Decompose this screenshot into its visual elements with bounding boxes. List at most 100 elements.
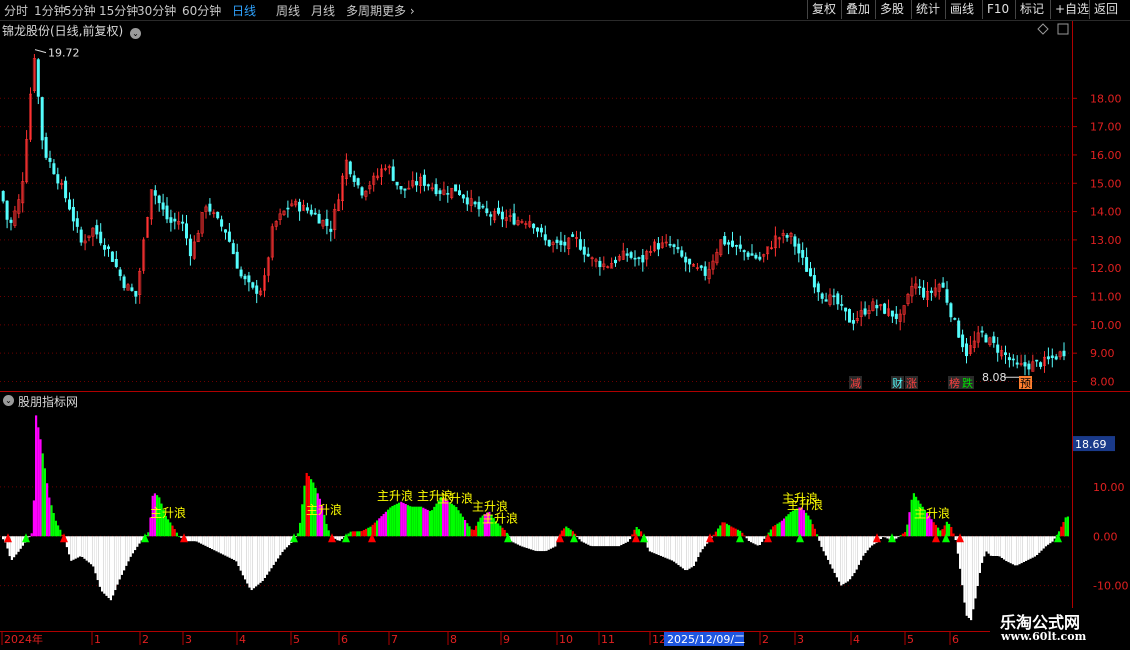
top-toolbar: 分时 1分钟 5分钟 15分钟 30分钟 60分钟 日线 周线 月线 多周期 更多 › 复权 叠加 多股统… <box>0 0 1130 21</box>
indicator-bar <box>1038 536 1041 553</box>
indicator-bar <box>398 502 401 537</box>
candle-body <box>836 293 840 305</box>
indicator-bar <box>274 536 277 562</box>
indicator-bar <box>173 529 176 537</box>
candle-body <box>465 197 469 205</box>
indicator-bar <box>131 536 134 554</box>
indicator-bar <box>853 536 856 574</box>
indicator-bar <box>673 536 676 562</box>
tab-6[interactable]: 日线 <box>232 2 256 19</box>
indicator-dropdown-icon[interactable]: ⌄ <box>3 395 14 406</box>
toolbar-button-8[interactable]: 返回 <box>1089 0 1122 19</box>
event-tag: 预 <box>1020 377 1031 390</box>
indicator-bar <box>279 536 282 556</box>
tab-7[interactable]: 周线 <box>276 2 300 19</box>
tab-3[interactable]: 15分钟 <box>99 2 138 19</box>
indicator-bar <box>948 523 951 537</box>
indicator-bar <box>35 415 38 537</box>
tab-8[interactable]: 月线 <box>311 2 335 19</box>
candle-body <box>298 201 302 212</box>
indicator-bar <box>732 527 735 537</box>
indicator-bar <box>901 533 904 537</box>
toolbar-button-4[interactable]: 画线 <box>945 0 978 19</box>
indicator-bar <box>191 536 194 542</box>
toolbar-button-7[interactable]: +自选 <box>1050 0 1093 19</box>
dropdown-chevron-icon[interactable]: ⌄ <box>130 28 142 39</box>
tab-9[interactable]: 多周期 <box>346 2 382 19</box>
indicator-tick-label: -10.00 <box>1093 580 1128 593</box>
tab-2[interactable]: 5分钟 <box>64 2 96 19</box>
indicator-bar <box>413 506 416 537</box>
indicator-bar <box>323 514 326 537</box>
indicator-bar <box>46 483 49 537</box>
tab-4[interactable]: 30分钟 <box>137 2 176 19</box>
toolbar-button-0[interactable]: 复权 <box>807 0 840 19</box>
event-tag: 财 <box>892 376 903 390</box>
indicator-bar <box>857 536 860 565</box>
indicator-bar <box>1011 536 1014 565</box>
price-tick-label: 9.00 <box>1090 347 1115 360</box>
candle-body <box>434 184 438 195</box>
indicator-bar <box>684 536 687 571</box>
candle-body <box>890 310 894 317</box>
chart-canvas[interactable]: 8.009.0010.0011.0012.0013.0014.0015.0016… <box>0 0 1130 650</box>
x-tick-label: 6 <box>952 633 959 646</box>
indicator-bar <box>373 522 376 537</box>
indicator-bar <box>195 536 198 542</box>
indicator-bar <box>270 536 273 569</box>
indicator-bar <box>963 536 966 603</box>
candle-body <box>5 200 9 220</box>
candle-body <box>56 174 60 184</box>
indicator-bar <box>565 526 568 537</box>
candle-body <box>699 265 703 268</box>
indicator-bar <box>996 536 999 556</box>
toolbar-button-6[interactable]: 标记 <box>1015 0 1048 19</box>
indicator-bar <box>470 529 473 537</box>
candle-body <box>738 244 742 249</box>
indicator-bar <box>849 536 852 580</box>
indicator-bar <box>664 536 667 558</box>
tab-5[interactable]: 60分钟 <box>182 2 221 19</box>
indicator-bar <box>1020 536 1023 564</box>
indicator-bar <box>1064 517 1067 537</box>
indicator-bar <box>334 536 337 539</box>
tab-10[interactable]: 更多 › <box>382 2 415 19</box>
indicator-bar <box>937 527 940 537</box>
indicator-bar <box>747 536 750 541</box>
tab-0[interactable]: 分时 <box>4 2 28 19</box>
indicator-bar <box>802 510 805 537</box>
indicator-bar <box>1049 536 1052 544</box>
candle-body <box>185 223 189 239</box>
watermark-url: www.60lt.com <box>1001 630 1087 643</box>
toolbar-button-5[interactable]: F10 <box>982 0 1013 19</box>
indicator-bar <box>985 536 988 552</box>
toolbar-button-3[interactable]: 统计 <box>911 0 944 19</box>
stock-title-text: 锦龙股份(日线,前复权) <box>2 24 124 38</box>
indicator-bar <box>98 536 101 587</box>
indicator-bar <box>68 536 71 555</box>
candle-body <box>329 228 333 232</box>
price-tick-label: 18.00 <box>1090 92 1122 105</box>
candle-body <box>134 290 138 297</box>
indicator-bar <box>1031 536 1034 558</box>
tab-1[interactable]: 1分钟 <box>34 2 66 19</box>
indicator-bar <box>475 525 478 537</box>
indicator-bar <box>525 536 528 548</box>
indicator-bar <box>138 536 141 544</box>
indicator-bar <box>19 536 22 549</box>
candle-body <box>703 266 707 276</box>
toolbar-button-2[interactable]: 多股 <box>875 0 908 19</box>
toolbar-button-1[interactable]: 叠加 <box>841 0 874 19</box>
candle-body <box>918 286 922 289</box>
candle-body <box>793 236 797 247</box>
indicator-bar <box>193 536 196 542</box>
indicator-bar <box>1044 536 1047 547</box>
indicator-bar <box>464 519 467 537</box>
candle-body <box>403 188 407 191</box>
x-tick-label: 7 <box>391 633 398 646</box>
indicator-bar <box>844 536 847 583</box>
indicator-bar <box>477 521 480 537</box>
indicator-bar <box>679 536 682 567</box>
indicator-bar <box>897 536 900 538</box>
candle-body <box>243 275 247 280</box>
